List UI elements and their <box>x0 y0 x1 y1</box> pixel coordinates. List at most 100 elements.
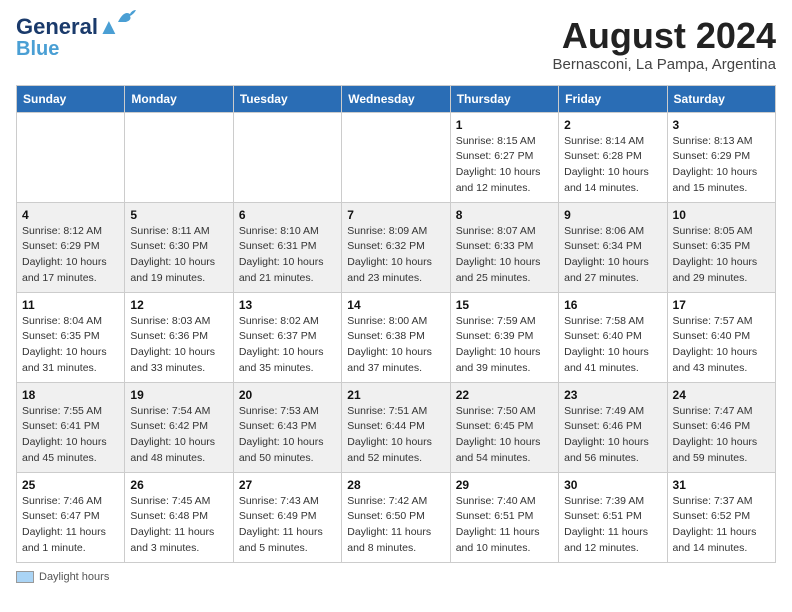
calendar-cell: 30 Sunrise: 7:39 AMSunset: 6:51 PMDayligh… <box>559 472 667 562</box>
day-info: Sunrise: 8:14 AMSunset: 6:28 PMDaylight:… <box>564 134 661 197</box>
day-info: Sunrise: 8:12 AMSunset: 6:29 PMDaylight:… <box>22 224 119 287</box>
calendar-col-tuesday: Tuesday <box>233 85 341 112</box>
calendar-col-saturday: Saturday <box>667 85 775 112</box>
day-number: 9 <box>564 208 661 222</box>
calendar-cell: 14Sunrise: 8:00 AMSunset: 6:38 PMDayligh… <box>342 292 450 382</box>
day-number: 4 <box>22 208 119 222</box>
day-info: Sunrise: 8:07 AMSunset: 6:33 PMDaylight:… <box>456 224 553 287</box>
day-number: 21 <box>347 388 444 402</box>
calendar-cell: 24 Sunrise: 7:47 AMSunset: 6:46 PMDayligh… <box>667 382 775 472</box>
day-number: 17 <box>673 298 770 312</box>
day-info: Sunrise: 8:09 AMSunset: 6:32 PMDaylight:… <box>347 224 444 287</box>
day-number: 12 <box>130 298 227 312</box>
daylight-label: Daylight hours <box>39 571 109 583</box>
day-info: Sunrise: 8:04 AMSunset: 6:35 PMDaylight:… <box>22 314 119 377</box>
calendar-week-1: 1 Sunrise: 8:15 AMSunset: 6:27 PMDaylight… <box>17 112 776 202</box>
calendar-col-friday: Friday <box>559 85 667 112</box>
calendar-footer: Daylight hours <box>16 571 776 583</box>
day-number: 20 <box>239 388 336 402</box>
day-number: 15 <box>456 298 553 312</box>
day-number: 10 <box>673 208 770 222</box>
calendar-cell: 26 Sunrise: 7:45 AMSunset: 6:48 PMDayligh… <box>125 472 233 562</box>
calendar-cell: 25 Sunrise: 7:46 AMSunset: 6:47 PMDayligh… <box>17 472 125 562</box>
day-info: Sunrise: 7:47 AMSunset: 6:46 PMDaylight:… <box>673 404 770 467</box>
day-info: Sunrise: 8:15 AMSunset: 6:27 PMDaylight:… <box>456 134 553 197</box>
calendar-cell: 15Sunrise: 7:59 AMSunset: 6:39 PMDayligh… <box>450 292 558 382</box>
day-number: 29 <box>456 478 553 492</box>
calendar-col-thursday: Thursday <box>450 85 558 112</box>
calendar-cell: 17 Sunrise: 7:57 AMSunset: 6:40 PMDayligh… <box>667 292 775 382</box>
calendar-cell: 22Sunrise: 7:50 AMSunset: 6:45 PMDayligh… <box>450 382 558 472</box>
day-number: 3 <box>673 118 770 132</box>
day-info: Sunrise: 7:53 AMSunset: 6:43 PMDaylight:… <box>239 404 336 467</box>
day-number: 14 <box>347 298 444 312</box>
day-info: Sunrise: 7:46 AMSunset: 6:47 PMDaylight:… <box>22 494 119 557</box>
calendar-cell: 1 Sunrise: 8:15 AMSunset: 6:27 PMDaylight… <box>450 112 558 202</box>
calendar-week-3: 11 Sunrise: 8:04 AMSunset: 6:35 PMDayligh… <box>17 292 776 382</box>
calendar-cell: 21Sunrise: 7:51 AMSunset: 6:44 PMDayligh… <box>342 382 450 472</box>
day-number: 23 <box>564 388 661 402</box>
page-header: General▲ Blue August 2024 Bernasconi, La… <box>16 16 776 73</box>
calendar-week-2: 4 Sunrise: 8:12 AMSunset: 6:29 PMDaylight… <box>17 202 776 292</box>
calendar-cell <box>233 112 341 202</box>
day-number: 31 <box>673 478 770 492</box>
calendar-cell: 20 Sunrise: 7:53 AMSunset: 6:43 PMDayligh… <box>233 382 341 472</box>
calendar-cell: 3Sunrise: 8:13 AMSunset: 6:29 PMDaylight… <box>667 112 775 202</box>
calendar-cell: 18 Sunrise: 7:55 AMSunset: 6:41 PMDayligh… <box>17 382 125 472</box>
calendar-cell: 28Sunrise: 7:42 AMSunset: 6:50 PMDayligh… <box>342 472 450 562</box>
calendar-cell: 31 Sunrise: 7:37 AMSunset: 6:52 PMDayligh… <box>667 472 775 562</box>
day-number: 18 <box>22 388 119 402</box>
daylight-swatch <box>16 571 34 583</box>
calendar-col-wednesday: Wednesday <box>342 85 450 112</box>
logo-bird-icon <box>116 8 138 26</box>
title-block: August 2024 Bernasconi, La Pampa, Argent… <box>553 16 776 73</box>
day-info: Sunrise: 7:58 AMSunset: 6:40 PMDaylight:… <box>564 314 661 377</box>
day-info: Sunrise: 7:39 AMSunset: 6:51 PMDaylight:… <box>564 494 661 557</box>
calendar-cell: 2Sunrise: 8:14 AMSunset: 6:28 PMDaylight… <box>559 112 667 202</box>
day-info: Sunrise: 7:40 AMSunset: 6:51 PMDaylight:… <box>456 494 553 557</box>
day-number: 19 <box>130 388 227 402</box>
day-number: 6 <box>239 208 336 222</box>
day-info: Sunrise: 7:37 AMSunset: 6:52 PMDaylight:… <box>673 494 770 557</box>
day-info: Sunrise: 8:03 AMSunset: 6:36 PMDaylight:… <box>130 314 227 377</box>
calendar-col-sunday: Sunday <box>17 85 125 112</box>
day-info: Sunrise: 7:50 AMSunset: 6:45 PMDaylight:… <box>456 404 553 467</box>
day-info: Sunrise: 7:55 AMSunset: 6:41 PMDaylight:… <box>22 404 119 467</box>
day-info: Sunrise: 7:57 AMSunset: 6:40 PMDaylight:… <box>673 314 770 377</box>
day-info: Sunrise: 8:02 AMSunset: 6:37 PMDaylight:… <box>239 314 336 377</box>
calendar-cell: 11 Sunrise: 8:04 AMSunset: 6:35 PMDayligh… <box>17 292 125 382</box>
calendar-cell: 16 Sunrise: 7:58 AMSunset: 6:40 PMDayligh… <box>559 292 667 382</box>
calendar-col-monday: Monday <box>125 85 233 112</box>
day-number: 24 <box>673 388 770 402</box>
calendar-cell: 12 Sunrise: 8:03 AMSunset: 6:36 PMDayligh… <box>125 292 233 382</box>
calendar-cell: 4 Sunrise: 8:12 AMSunset: 6:29 PMDaylight… <box>17 202 125 292</box>
calendar-cell: 9Sunrise: 8:06 AMSunset: 6:34 PMDaylight… <box>559 202 667 292</box>
day-number: 16 <box>564 298 661 312</box>
day-number: 13 <box>239 298 336 312</box>
day-info: Sunrise: 7:43 AMSunset: 6:49 PMDaylight:… <box>239 494 336 557</box>
day-info: Sunrise: 7:49 AMSunset: 6:46 PMDaylight:… <box>564 404 661 467</box>
calendar-table: SundayMondayTuesdayWednesdayThursdayFrid… <box>16 85 776 563</box>
calendar-header-row: SundayMondayTuesdayWednesdayThursdayFrid… <box>17 85 776 112</box>
day-info: Sunrise: 7:42 AMSunset: 6:50 PMDaylight:… <box>347 494 444 557</box>
calendar-cell: 7Sunrise: 8:09 AMSunset: 6:32 PMDaylight… <box>342 202 450 292</box>
day-number: 1 <box>456 118 553 132</box>
day-info: Sunrise: 8:10 AMSunset: 6:31 PMDaylight:… <box>239 224 336 287</box>
calendar-cell: 10 Sunrise: 8:05 AMSunset: 6:35 PMDayligh… <box>667 202 775 292</box>
logo-blue-text: Blue <box>16 39 59 59</box>
calendar-cell <box>17 112 125 202</box>
day-number: 25 <box>22 478 119 492</box>
location-text: Bernasconi, La Pampa, Argentina <box>553 56 776 73</box>
logo: General▲ Blue <box>16 16 120 59</box>
day-number: 26 <box>130 478 227 492</box>
day-info: Sunrise: 7:45 AMSunset: 6:48 PMDaylight:… <box>130 494 227 557</box>
month-title: August 2024 <box>553 16 776 56</box>
day-info: Sunrise: 8:05 AMSunset: 6:35 PMDaylight:… <box>673 224 770 287</box>
day-info: Sunrise: 7:54 AMSunset: 6:42 PMDaylight:… <box>130 404 227 467</box>
day-number: 11 <box>22 298 119 312</box>
day-number: 30 <box>564 478 661 492</box>
calendar-cell: 5Sunrise: 8:11 AMSunset: 6:30 PMDaylight… <box>125 202 233 292</box>
calendar-cell: 23 Sunrise: 7:49 AMSunset: 6:46 PMDayligh… <box>559 382 667 472</box>
calendar-cell: 13 Sunrise: 8:02 AMSunset: 6:37 PMDayligh… <box>233 292 341 382</box>
calendar-cell: 29 Sunrise: 7:40 AMSunset: 6:51 PMDayligh… <box>450 472 558 562</box>
